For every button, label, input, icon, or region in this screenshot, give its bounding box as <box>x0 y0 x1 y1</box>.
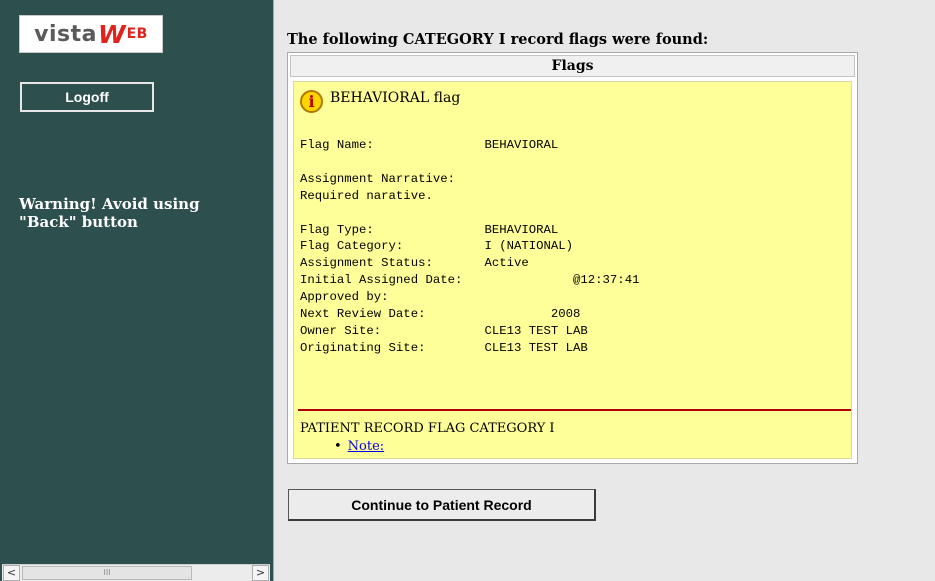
category-label: PATIENT RECORD FLAG CATEGORY I <box>300 421 555 436</box>
vistaweb-logo: vista W EB <box>19 15 163 53</box>
continue-to-patient-record-button[interactable]: Continue to Patient Record <box>288 489 596 521</box>
flag-details: Flag Name: BEHAVIORAL Assignment Narrati… <box>300 138 640 355</box>
bullet: • <box>334 439 342 454</box>
scroll-right-icon[interactable]: > <box>252 565 269 581</box>
logo-text-vista: vista <box>34 21 98 47</box>
left-frame-edge <box>0 0 9 581</box>
horizontal-scrollbar[interactable]: < III > <box>2 564 270 581</box>
logo-text-eb: EB <box>126 26 148 42</box>
logo-text-w: W <box>98 19 126 49</box>
info-icon: i <box>300 90 323 113</box>
flags-table: Flags i BEHAVIORAL flag Flag Name: BEHAV… <box>287 52 858 464</box>
scrollbar-thumb[interactable]: III <box>22 566 192 580</box>
back-button-warning: Warning! Avoid using "Back" button <box>19 195 200 231</box>
note-link[interactable]: Note: <box>348 439 385 454</box>
page-heading: The following CATEGORY I record flags we… <box>287 31 709 48</box>
flags-column-header: Flags <box>290 55 855 77</box>
left-frame: vista W EB Logoff Warning! Avoid using "Ba… <box>0 0 274 581</box>
section-divider <box>298 409 851 411</box>
main-frame: The following CATEGORY I record flags we… <box>274 0 935 581</box>
note-list-item: • Note: <box>334 439 384 454</box>
logoff-button[interactable]: Logoff <box>20 82 154 112</box>
flag-title: BEHAVIORAL flag <box>330 90 461 106</box>
scroll-left-icon[interactable]: < <box>3 565 20 581</box>
flag-detail-cell: i BEHAVIORAL flag Flag Name: BEHAVIORAL … <box>293 81 852 459</box>
